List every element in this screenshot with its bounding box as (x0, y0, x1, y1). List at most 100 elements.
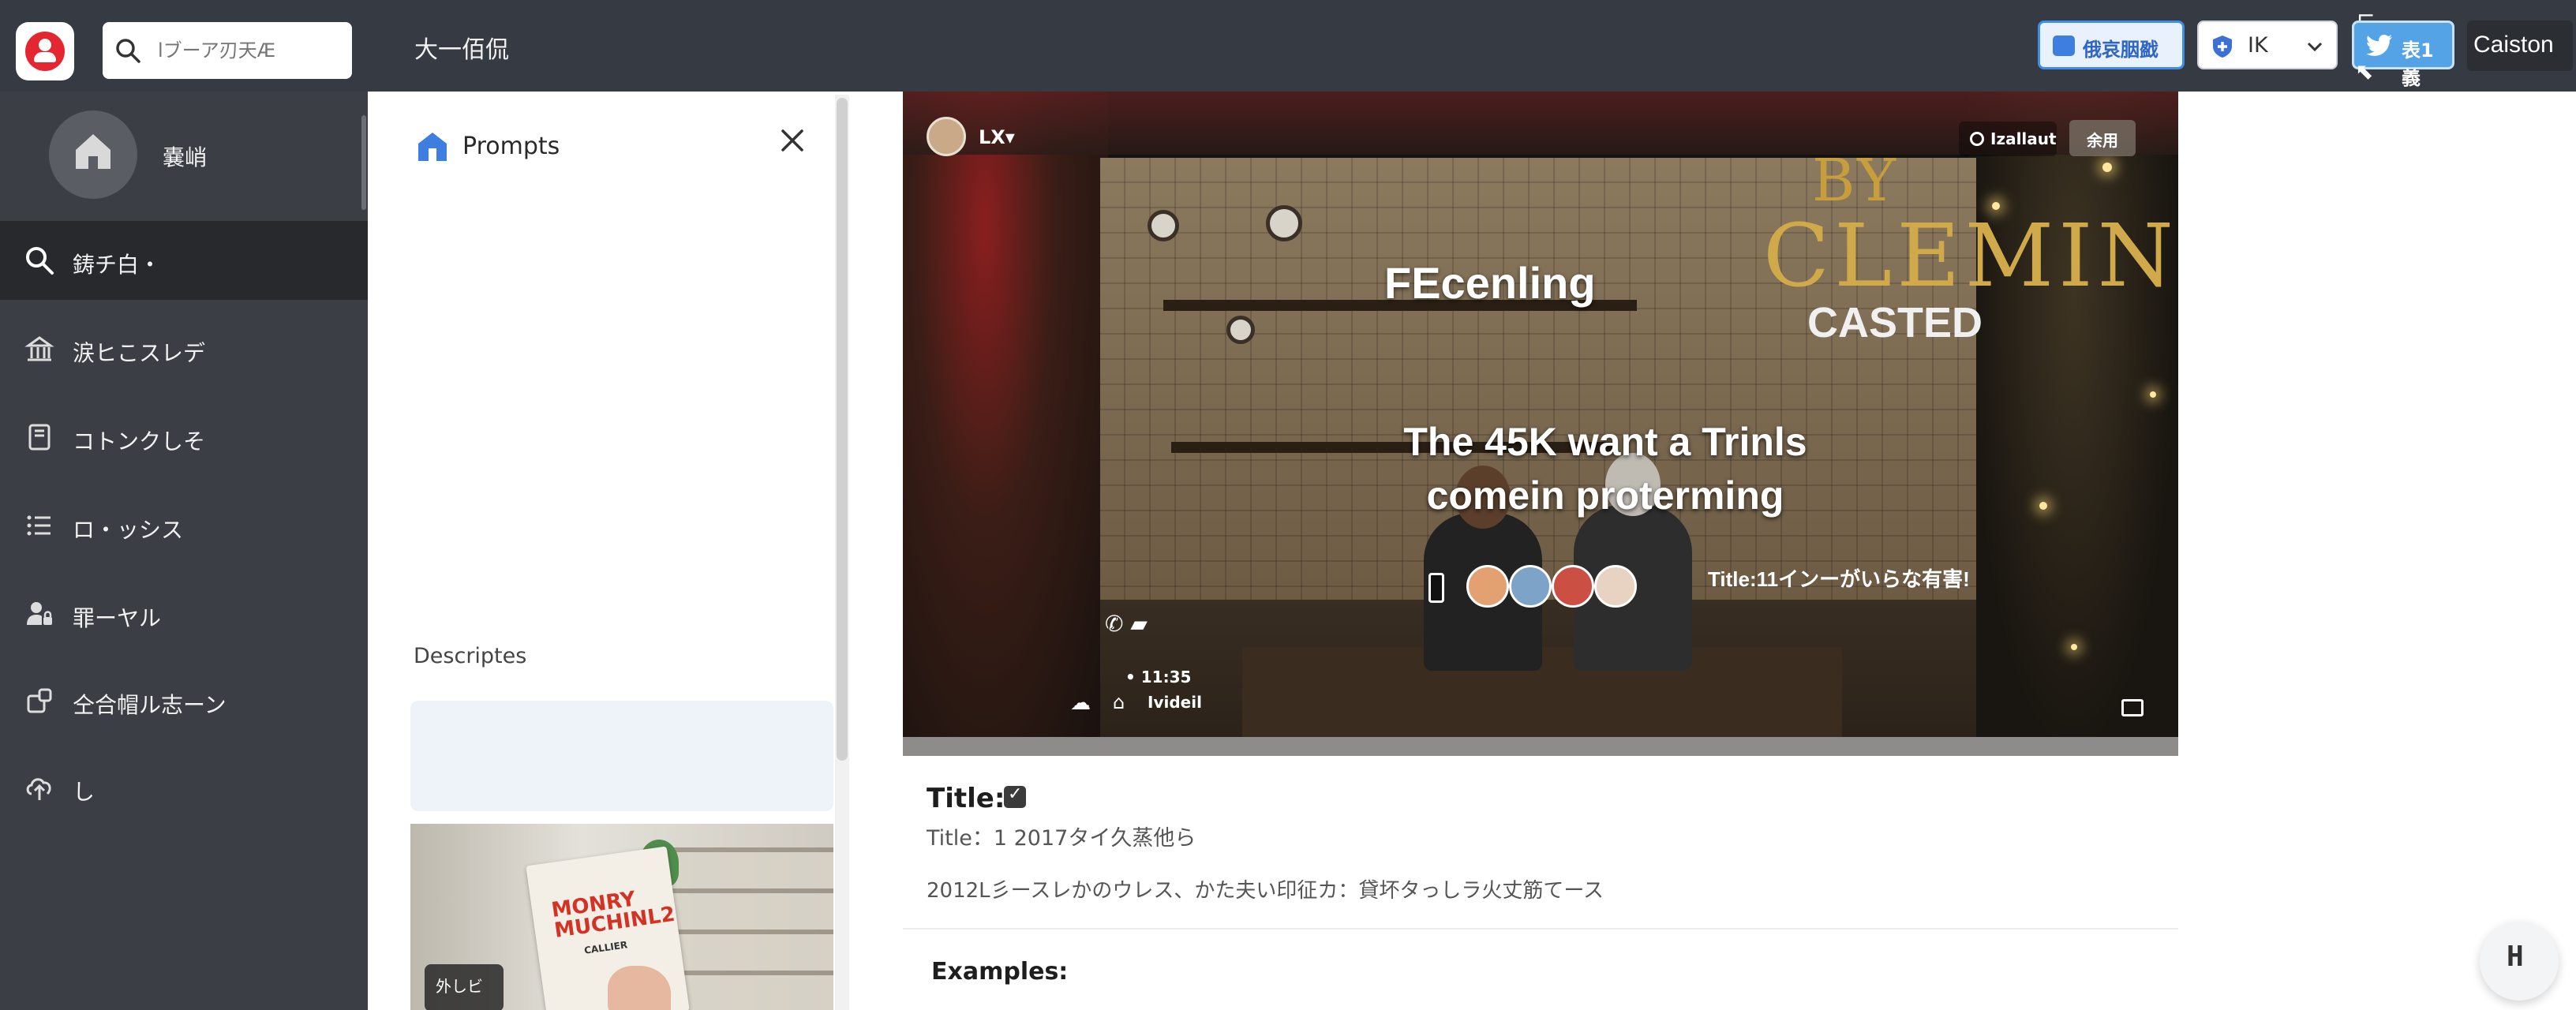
search-icon (116, 39, 140, 63)
home-label: 嚢峭 (163, 144, 208, 170)
twitter-bird-icon (2366, 35, 2392, 56)
participant-avatar (1509, 565, 1552, 608)
video-light (2039, 502, 2047, 510)
search-icon (26, 247, 54, 275)
search-input[interactable] (158, 36, 339, 65)
participant-avatar (1552, 565, 1594, 608)
tag-chip[interactable]: 余用 (2069, 120, 2136, 156)
panel-title: Prompts (462, 133, 560, 160)
tag-chip-label: 余用 (2087, 131, 2118, 150)
content-title-value: Title：1 2017タイ久蒸他ら (927, 826, 1196, 851)
sidebar-item-label: 鋳チ白・ (73, 252, 162, 278)
sidebar-item-share[interactable]: 仝合帽ル志ーン (0, 661, 368, 740)
video-brand-name: CLEMING (1763, 205, 2178, 306)
video-time: • 11:35 (1125, 668, 1192, 686)
primary-action-label: 俄哀胭戤 (2083, 39, 2159, 61)
participant-avatar (1466, 565, 1509, 608)
home-button[interactable] (49, 110, 137, 199)
chevron-down-icon (2307, 42, 2323, 52)
phone-icon (1428, 573, 1444, 603)
live-chip-label: Izallaut (1990, 129, 2057, 148)
thumbnail-badge-label: 外しビ (436, 977, 483, 996)
video-progress-bar[interactable] (903, 737, 2178, 756)
sidebar-item-bank[interactable]: 涙ヒこスレデ (0, 309, 368, 388)
video-headline: FEcenling (1384, 258, 1596, 308)
thumbs-up-icon (2053, 36, 2075, 56)
divider (903, 928, 2178, 930)
twitter-share-label: 表1義 (2402, 39, 2434, 89)
video-light (2071, 644, 2077, 650)
mouse-pointer-icon: ⬉ (2355, 58, 2374, 84)
call-controls-icon[interactable]: ✆ ▰ (1105, 611, 1148, 637)
help-fab-button[interactable]: H (2480, 922, 2559, 1001)
video-clock (1226, 316, 1255, 344)
video-main-text: The 45K want a Trinls comein proterming (1403, 420, 1807, 518)
user-lock-icon (27, 602, 52, 625)
page-title: 大一佰侃 (414, 36, 509, 64)
book-icon (28, 424, 51, 451)
circle-icon (1970, 132, 1984, 146)
video-workbench (1242, 647, 1842, 742)
panel-scrollbar-thumb[interactable] (837, 98, 848, 761)
share-icon (27, 688, 52, 713)
video-bokeh-right (1968, 92, 2178, 756)
sidebar-scrollbar[interactable] (361, 115, 366, 210)
app-logo[interactable] (16, 22, 74, 80)
user-name: Caiston (2473, 32, 2554, 58)
content-title-label: Title: (927, 783, 1005, 814)
upload-icon (26, 778, 51, 800)
main-content: LX▾ Izallaut 余用 BY CLEMING CASTED FEcenl… (849, 92, 2576, 1010)
video-source: Ivideil (1148, 693, 1202, 712)
home-icon: ⌂ (1113, 691, 1125, 713)
sidebar-item-label: 仝合帽ル志ーン (73, 692, 227, 718)
top-bar: 大一佰侃 俄哀胭戤 IK ⌐ 表1義 ⬉ Caiston (0, 0, 2576, 92)
close-icon[interactable] (778, 126, 807, 155)
participant-avatar (1594, 565, 1637, 608)
primary-action-button[interactable]: 俄哀胭戤 (2038, 21, 2185, 69)
fullscreen-icon[interactable] (2121, 699, 2144, 716)
video-clock (1266, 205, 1302, 241)
sidebar-item-list[interactable]: ロ・ッシス (0, 486, 368, 565)
video-bokeh-left (903, 92, 1108, 756)
home-icon (76, 134, 110, 169)
channel-name[interactable]: LX▾ (979, 126, 1015, 148)
prompts-panel: Prompts Descriptes MONRY MUCHINL2 CALLIE… (368, 92, 849, 1010)
thumbnail-badge: 外しビ (425, 964, 504, 1010)
language-select-value: IK (2248, 33, 2268, 58)
sidebar: 嚢峭 鋳チ白・ 涙ヒこスレデ コトンクしそ ロ・ッシス 罪ーヤル 仝合帽ル志ーン… (0, 92, 368, 1010)
sidebar-item-label: 罪ーヤル (73, 605, 162, 631)
cloud-icon: ☁ (1070, 691, 1091, 715)
user-circle-icon (25, 32, 65, 71)
language-select[interactable]: IK (2197, 21, 2338, 69)
shield-plus-icon (2213, 36, 2232, 58)
thumbnail-shelf (671, 847, 833, 1010)
sidebar-item-search[interactable]: 鋳チ白・ (0, 221, 368, 300)
user-menu-button[interactable]: Caiston (2467, 21, 2573, 71)
sidebar-item-user-lock[interactable]: 罪ーヤル (0, 574, 368, 653)
search-box[interactable] (103, 22, 352, 79)
section-heading: Descriptes (414, 644, 527, 668)
video-light (2102, 163, 2112, 172)
sidebar-item-book[interactable]: コトンクしそ (0, 398, 368, 477)
content-description: 2012L彡ースレかのウレス、かた夫い印征カ：貸坏タっしラ火丈筋てース (927, 879, 1604, 903)
checkbox-icon[interactable] (1004, 784, 1026, 808)
video-clock (1148, 210, 1179, 241)
video-side-title: Title:11インーがいらな有害! (1708, 567, 1970, 591)
fab-label: H (2507, 941, 2524, 973)
video-player[interactable]: LX▾ Izallaut 余用 BY CLEMING CASTED FEcenl… (903, 92, 2178, 756)
examples-heading: Examples: (931, 958, 1069, 986)
sidebar-item-label: ロ・ッシス (73, 517, 184, 543)
channel-avatar[interactable] (927, 117, 966, 156)
example-thumbnail[interactable]: MONRY MUCHINL2 CALLIER 外しビ (410, 824, 833, 1010)
bank-icon (24, 336, 54, 361)
list-icon (27, 515, 51, 536)
sidebar-item-label: コトンクしそ (73, 428, 206, 454)
video-light (2150, 391, 2156, 398)
live-chip[interactable]: Izallaut (1959, 122, 2057, 156)
sidebar-item-label: 涙ヒこスレデ (73, 340, 206, 366)
sidebar-item-label: し (73, 779, 95, 805)
description-card[interactable] (410, 701, 833, 811)
sidebar-item-upload[interactable]: し (0, 748, 368, 827)
home-blue-icon (418, 133, 447, 161)
video-brand-sub: CASTED (1807, 299, 1983, 346)
